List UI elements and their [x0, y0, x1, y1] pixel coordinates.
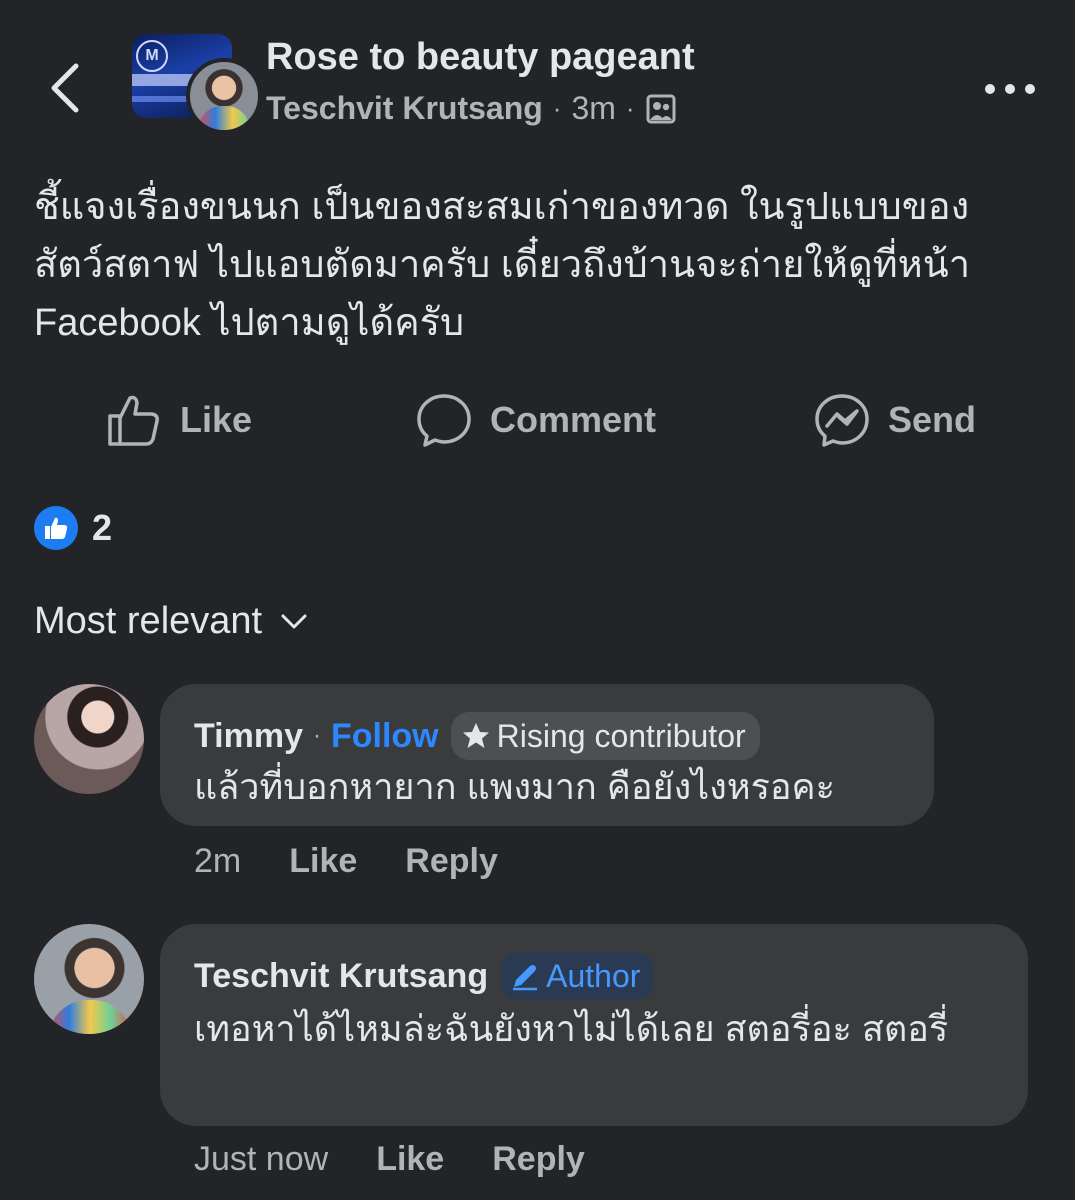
- comment-header: Teschvit Krutsang Author: [194, 952, 655, 1000]
- send-button[interactable]: Send: [814, 390, 976, 450]
- post-body: ชี้แจงเรื่องขนนก เป็นของสะสมเก่าของทวด ใ…: [34, 178, 1044, 352]
- comment-time: Just now: [194, 1140, 329, 1178]
- author-avatar[interactable]: [186, 58, 262, 134]
- meta-separator: ·: [625, 93, 635, 123]
- comment-text: แล้วที่บอกหายาก แพงมาก คือยังไงหรอคะ: [194, 766, 835, 807]
- like-label: Like: [180, 399, 253, 440]
- comment-label: Comment: [490, 399, 657, 440]
- rising-contributor-badge[interactable]: Rising contributor: [450, 712, 760, 760]
- like-reaction-icon: [34, 506, 78, 550]
- sort-label: Most relevant: [34, 600, 263, 642]
- group-members-icon: [646, 94, 676, 123]
- chevron-down-icon: [281, 614, 307, 628]
- comment-button[interactable]: Comment: [416, 390, 656, 450]
- badge-label: Author: [546, 957, 641, 994]
- reaction-count: 2: [92, 507, 113, 548]
- comment-like-button[interactable]: Like: [289, 842, 357, 881]
- send-label: Send: [888, 399, 977, 440]
- meta-separator: ·: [552, 93, 562, 123]
- star-icon: [462, 723, 489, 748]
- post-time: 3m: [571, 90, 616, 126]
- reaction-summary[interactable]: 2: [34, 506, 112, 550]
- post-title[interactable]: Rose to beauty pageant: [266, 36, 695, 79]
- back-button[interactable]: [40, 58, 90, 118]
- name-separator: ·: [312, 722, 321, 749]
- comment-bubble: Timmy · Follow Rising contributor แล้วที…: [160, 684, 934, 826]
- post-author-name[interactable]: Teschvit Krutsang: [266, 90, 543, 127]
- author-badge[interactable]: Author: [500, 952, 655, 1000]
- more-horizontal-icon: [985, 84, 1035, 94]
- comment-bubble-icon: [417, 394, 471, 447]
- like-button[interactable]: Like: [106, 390, 252, 450]
- chevron-left-icon: [51, 63, 79, 113]
- comment-sort-dropdown[interactable]: Most relevant: [34, 600, 308, 643]
- pencil-icon: [513, 965, 538, 991]
- comment-bubble: Teschvit Krutsang Author เทอหาได้ไหมล่ะฉ…: [160, 924, 1028, 1126]
- comment-actions: Just now Like Reply: [194, 1140, 585, 1179]
- commenter-avatar[interactable]: [34, 684, 144, 794]
- comment-reply-button[interactable]: Reply: [492, 1140, 585, 1179]
- thumbs-up-icon: [108, 395, 159, 446]
- comment-reply-button[interactable]: Reply: [405, 842, 498, 881]
- comment-time: 2m: [194, 842, 242, 880]
- comment-actions: 2m Like Reply: [194, 842, 498, 881]
- commenter-avatar[interactable]: [34, 924, 144, 1034]
- comment-text: เทอหาได้ไหมล่ะฉันยังหาไม่ได้เลย สตอรี่อะ…: [194, 1008, 949, 1049]
- comment-like-button[interactable]: Like: [376, 1140, 444, 1179]
- comment-header: Timmy · Follow Rising contributor: [194, 712, 760, 760]
- more-options-button[interactable]: [980, 74, 1040, 104]
- post-meta: Teschvit Krutsang · 3m ·: [266, 90, 677, 127]
- follow-button[interactable]: Follow: [331, 717, 439, 756]
- pageant-logo: M: [136, 40, 168, 72]
- post-text-line: ชี้แจงเรื่องขนนก เป็นของสะสมเก่าของทวด ใ…: [34, 186, 970, 228]
- commenter-name[interactable]: Timmy: [194, 717, 303, 756]
- post-text-line: Facebook ไปตามดูได้ครับ: [34, 302, 465, 344]
- post-text-line: สัตว์สตาฟ ไปแอบตัดมาครับ เดี๋ยวถึงบ้านจะ…: [34, 244, 971, 286]
- messenger-icon: [815, 394, 869, 447]
- badge-label: Rising contributor: [496, 717, 746, 754]
- commenter-name[interactable]: Teschvit Krutsang: [194, 957, 488, 996]
